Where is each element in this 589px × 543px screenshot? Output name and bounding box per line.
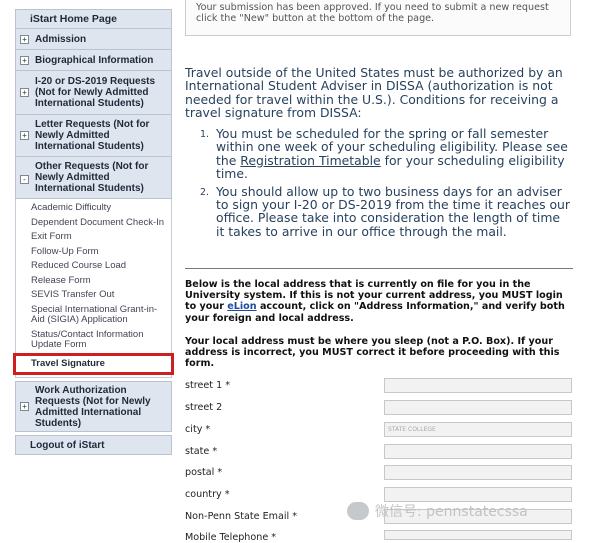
nav-item-follow-up-form[interactable]: Follow-Up Form	[16, 245, 171, 260]
wechat-icon	[347, 502, 369, 520]
expand-icon[interactable]: +	[20, 402, 29, 411]
approval-notice: Your submission has been approved. If yo…	[185, 0, 571, 36]
mobile-field[interactable]	[384, 530, 572, 540]
collapse-icon[interactable]: -	[20, 175, 29, 184]
elion-link[interactable]: eLion	[227, 301, 256, 312]
nav-item-exit-form[interactable]: Exit Form	[16, 230, 171, 245]
nav-section-i20-requests[interactable]: + I-20 or DS-2019 Requests (Not for Newl…	[15, 71, 172, 115]
registration-timetable-link[interactable]: Registration Timetable	[240, 153, 380, 168]
nav-item-reduced-course-load[interactable]: Reduced Course Load	[16, 259, 171, 274]
street1-label: street 1 *	[185, 380, 231, 391]
nav-item-travel-signature[interactable]: Travel Signature	[13, 352, 174, 375]
nav-logout[interactable]: Logout of iStart	[15, 435, 172, 455]
nav-section-label: Other Requests (Not for Newly Admitted I…	[35, 161, 149, 194]
mobile-label: Mobile Telephone *	[185, 532, 277, 543]
condition-item: 2. You should allow up to two business d…	[185, 183, 571, 239]
nav-section-label: Letter Requests (Not for Newly Admitted …	[35, 119, 150, 152]
country-label: country *	[185, 489, 230, 500]
expand-icon[interactable]: +	[20, 34, 29, 44]
travel-conditions-list: 1. You must be scheduled for the spring …	[185, 127, 571, 242]
travel-signature-form: Your submission has been approved. If yo…	[185, 0, 573, 543]
condition-number: 2.	[200, 186, 210, 198]
nav-section-admission[interactable]: + Admission	[15, 29, 172, 50]
nav-item-release-form[interactable]: Release Form	[16, 274, 171, 289]
nav-item-status-contact-update[interactable]: Status/Contact Information Update Form	[16, 328, 171, 353]
nav-section-label: Biographical Information	[35, 54, 154, 66]
condition-item: 1. You must be scheduled for the spring …	[185, 127, 571, 181]
nav-item-dependent-document[interactable]: Dependent Document Check-In	[16, 216, 171, 231]
postal-label: postal *	[185, 467, 223, 478]
postal-field[interactable]	[384, 465, 572, 480]
address-info-text: Below is the local address that is curre…	[185, 279, 573, 324]
wechat-watermark: 微信号: pennstatecssa	[347, 500, 587, 522]
section-divider	[185, 268, 573, 269]
expand-icon[interactable]: +	[20, 55, 29, 65]
expand-icon[interactable]: +	[20, 131, 29, 140]
expand-icon[interactable]: +	[20, 88, 29, 97]
nav-section-work-authorization[interactable]: + Work Authorization Requests (Not for N…	[15, 381, 172, 432]
nav-item-sigia-application[interactable]: Special International Grant-in-Aid (SIGI…	[16, 303, 171, 328]
street2-label: street 2	[185, 402, 223, 413]
approval-notice-text: Your submission has been approved. If yo…	[196, 2, 549, 24]
street1-field[interactable]	[384, 378, 572, 393]
watermark-text: 微信号: pennstatecssa	[375, 504, 528, 520]
address-warning: Your local address must be where you sle…	[185, 336, 560, 370]
nav-istart-home[interactable]: iStart Home Page	[15, 9, 172, 29]
nav-section-letter-requests[interactable]: + Letter Requests (Not for Newly Admitte…	[15, 115, 172, 157]
nav-section-biographical[interactable]: + Biographical Information	[15, 50, 172, 71]
condition-text: You should allow up to two business days…	[216, 183, 570, 239]
city-field[interactable]: STATE COLLEGE	[384, 422, 572, 437]
condition-number: 1.	[200, 129, 210, 140]
nav-section-label: I-20 or DS-2019 Requests (Not for Newly …	[35, 76, 156, 109]
state-field[interactable]	[384, 444, 572, 459]
nav-section-label: Admission	[35, 33, 87, 45]
nav-item-academic-difficulty[interactable]: Academic Difficulty	[16, 201, 171, 216]
nav-logout-label: Logout of iStart	[30, 439, 105, 451]
travel-intro: Travel outside of the United States must…	[185, 65, 563, 121]
nav-section-other-requests[interactable]: - Other Requests (Not for Newly Admitted…	[15, 157, 172, 199]
street2-field[interactable]	[384, 400, 572, 415]
nav-istart-home-label: iStart Home Page	[30, 13, 117, 25]
nav-section-label: Work Authorization Requests (Not for New…	[35, 384, 151, 429]
sidebar-nav: iStart Home Page + Admission + Biographi…	[13, 9, 174, 455]
email-label: Non-Penn State Email *	[185, 511, 298, 522]
other-requests-submenu: Academic Difficulty Dependent Document C…	[13, 199, 174, 378]
nav-item-sevis-transfer-out[interactable]: SEVIS Transfer Out	[16, 288, 171, 303]
city-label: city *	[185, 424, 211, 435]
state-label: state *	[185, 446, 218, 457]
